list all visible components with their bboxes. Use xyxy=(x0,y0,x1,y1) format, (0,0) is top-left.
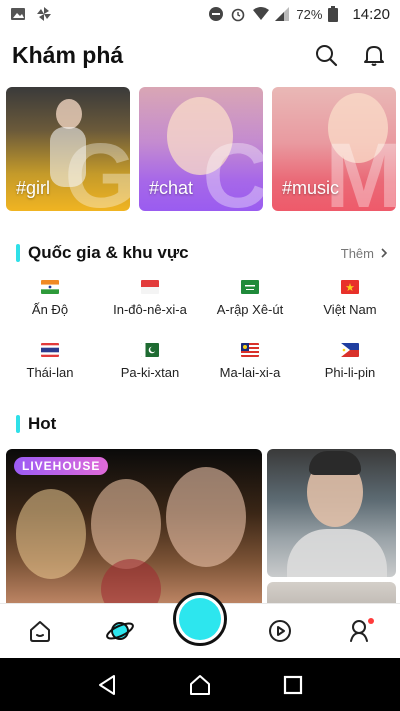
country-name: Phi-li-pin xyxy=(324,365,376,380)
section-accent-bar xyxy=(16,244,20,262)
hot-photo-figure xyxy=(16,489,86,579)
nav-video[interactable] xyxy=(240,604,320,659)
saudi-flag-icon xyxy=(241,280,259,294)
section-title: Quốc gia & khu vực xyxy=(28,243,189,262)
hot-photo-shirt xyxy=(287,529,387,577)
pinwheel-icon xyxy=(36,6,52,22)
countries-grid: Ấn Độ In-đô-nê-xi-a A-rập Xê-út Việt Nam… xyxy=(0,280,400,388)
system-nav-bar xyxy=(0,658,400,711)
section-title: Hot xyxy=(28,414,57,433)
status-bar: 72% 14:20 xyxy=(0,0,400,28)
country-name: In-đô-nê-xi-a xyxy=(113,302,187,317)
hot-photo-figure xyxy=(91,479,161,569)
country-name: Pa-ki-xtan xyxy=(120,365,180,380)
topic-label: #girl xyxy=(16,178,51,198)
nav-home[interactable] xyxy=(0,604,80,659)
wifi-icon xyxy=(252,6,270,22)
section-accent-bar xyxy=(16,415,20,433)
hot-section-header: Hot xyxy=(16,414,388,434)
chevron-right-icon xyxy=(381,248,388,258)
country-item[interactable]: Pa-ki-xtan xyxy=(100,343,200,388)
topic-label: #music xyxy=(282,178,340,198)
battery-icon xyxy=(328,6,344,22)
country-name: Ấn Độ xyxy=(31,302,69,317)
video-icon xyxy=(269,620,291,642)
country-item[interactable]: Phi-li-pin xyxy=(300,343,400,388)
hot-photo-hair xyxy=(309,451,361,475)
nav-explore[interactable] xyxy=(80,604,160,659)
topic-card-music[interactable]: M #music xyxy=(272,87,396,211)
more-label: Thêm xyxy=(340,245,374,261)
topic-card-chat[interactable]: C #chat xyxy=(139,87,263,211)
hot-card[interactable] xyxy=(267,449,396,577)
country-item[interactable]: Ấn Độ xyxy=(0,280,100,325)
india-flag-icon xyxy=(41,280,59,294)
bell-icon[interactable] xyxy=(360,41,388,69)
livehouse-badge: LIVEHOUSE xyxy=(14,457,109,475)
country-item[interactable]: In-đô-nê-xi-a xyxy=(100,280,200,325)
countries-section-header: Quốc gia & khu vực Thêm xyxy=(16,243,388,263)
record-button[interactable] xyxy=(173,592,227,646)
planet-icon xyxy=(106,622,134,640)
country-item[interactable]: Việt Nam xyxy=(300,280,400,325)
notification-dot xyxy=(368,617,374,624)
country-name: Việt Nam xyxy=(323,302,377,317)
recents-icon[interactable] xyxy=(273,665,313,705)
vietnam-flag-icon xyxy=(341,280,359,294)
hot-photo-figure xyxy=(166,467,246,567)
topic-bigletter: C xyxy=(202,125,263,211)
country-name: Thái-lan xyxy=(26,365,74,380)
country-name: A-rập Xê-út xyxy=(216,302,284,317)
topic-cards: G #girl C #chat M #music xyxy=(6,87,396,211)
malaysia-flag-icon xyxy=(241,343,259,357)
home-circle-icon[interactable] xyxy=(180,665,220,705)
country-name: Ma-lai-xi-a xyxy=(219,365,281,380)
country-item[interactable]: A-rập Xê-út xyxy=(200,280,300,325)
image-icon xyxy=(10,6,26,22)
topic-card-girl[interactable]: G #girl xyxy=(6,87,130,211)
hot-photo-figure xyxy=(101,559,161,609)
topic-label: #chat xyxy=(149,178,194,198)
do-not-disturb-icon xyxy=(208,6,224,22)
country-item[interactable]: Thái-lan xyxy=(0,343,100,388)
alarm-icon xyxy=(230,6,246,22)
thailand-flag-icon xyxy=(41,343,59,357)
back-icon[interactable] xyxy=(87,665,127,705)
signal-icon xyxy=(274,6,290,22)
more-link[interactable]: Thêm xyxy=(341,246,388,261)
record-button-fill xyxy=(179,598,221,640)
page-title: Khám phá xyxy=(12,41,124,68)
home-icon xyxy=(30,621,50,642)
country-item[interactable]: Ma-lai-xi-a xyxy=(200,343,300,388)
clock: 14:20 xyxy=(352,5,390,23)
topic-bigletter: G xyxy=(64,125,130,211)
search-icon[interactable] xyxy=(312,41,340,69)
nav-profile[interactable] xyxy=(320,604,400,659)
battery-percent: 72% xyxy=(296,6,323,22)
hot-live-card[interactable]: LIVEHOUSE xyxy=(6,449,262,609)
indonesia-flag-icon xyxy=(141,280,159,294)
app-header: Khám phá xyxy=(0,34,400,76)
philippines-flag-icon xyxy=(341,343,359,357)
pakistan-flag-icon xyxy=(141,343,159,357)
